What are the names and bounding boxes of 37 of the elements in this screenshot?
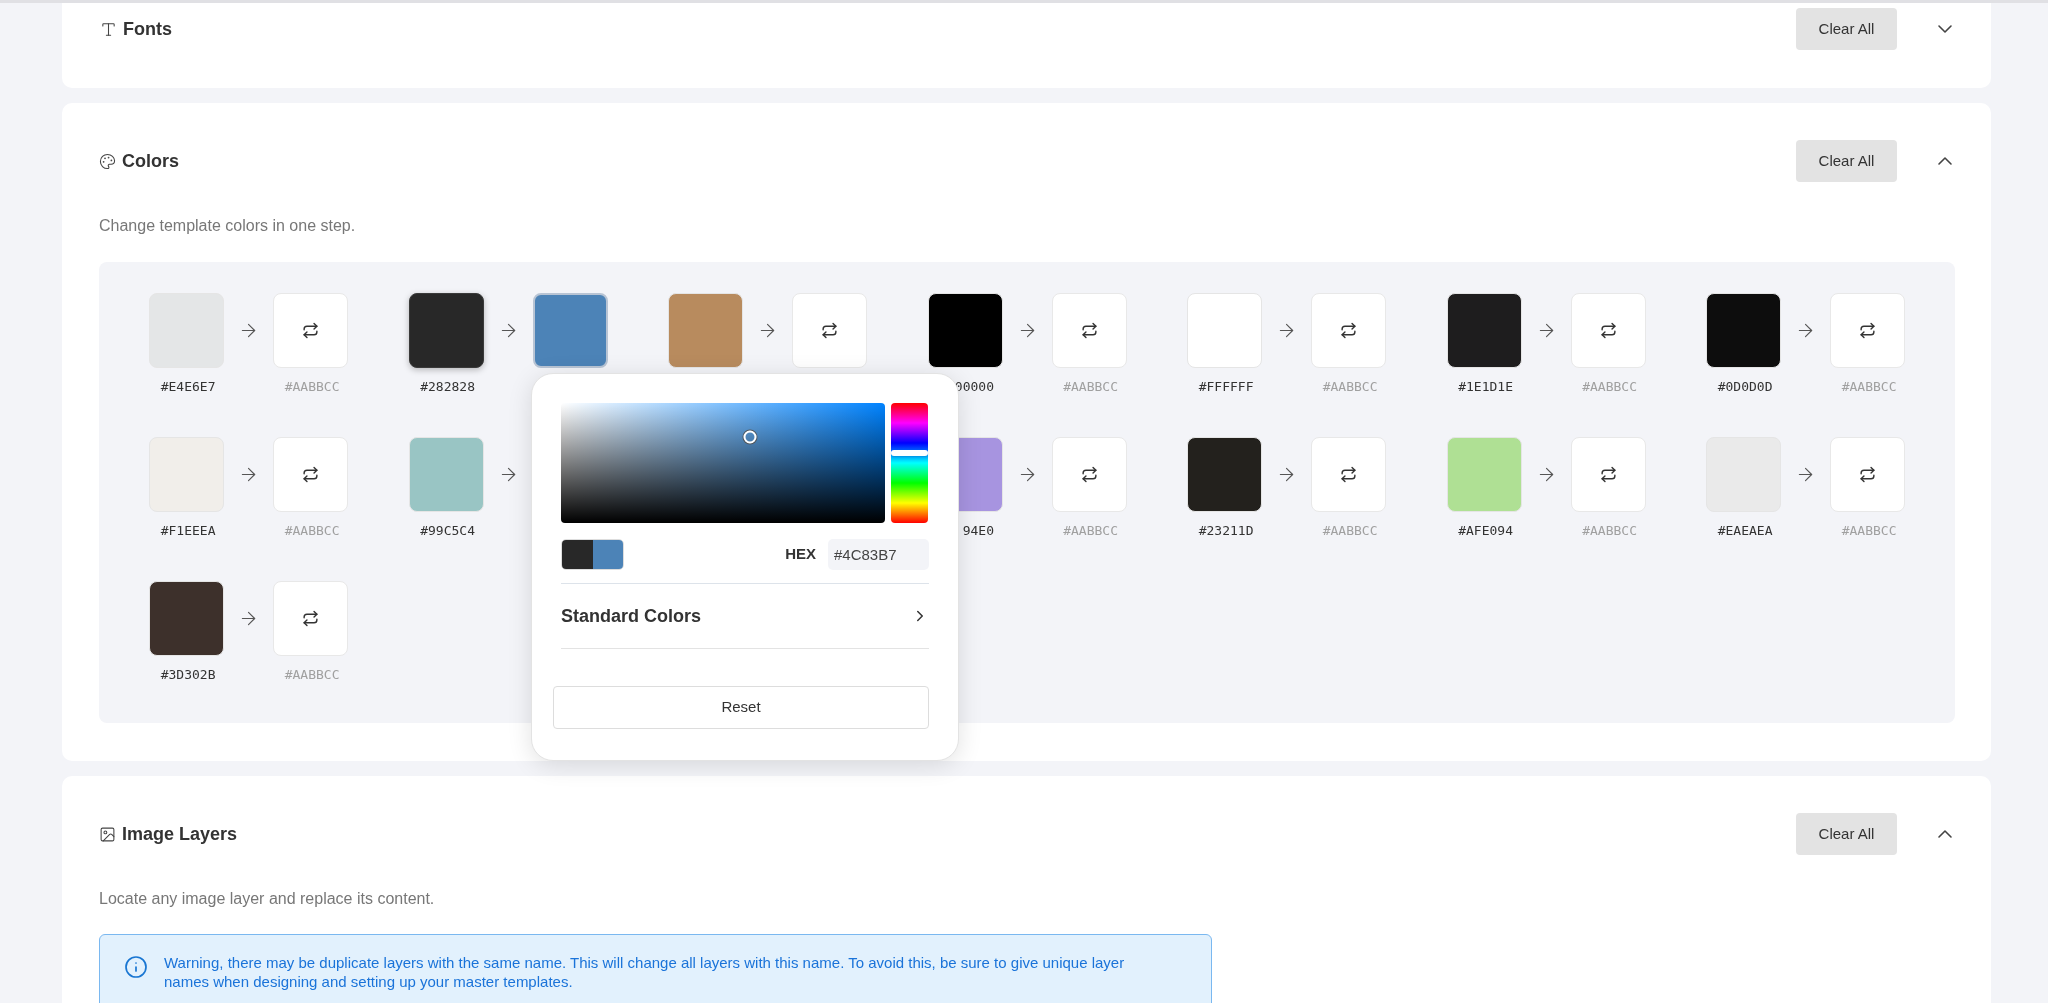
placeholder-color-code: #AABBCC xyxy=(1063,523,1118,538)
clear-all-button[interactable]: Clear All xyxy=(1796,8,1897,50)
section-title: Colors xyxy=(122,149,179,173)
color-code: #99C5C4 xyxy=(420,523,475,538)
color-code: 00000 xyxy=(954,379,994,394)
color-code: #3D302B xyxy=(160,667,216,682)
placeholder-color-code: #AABBCC xyxy=(1063,379,1118,394)
section-description: Locate any image layer and replace its content. xyxy=(99,889,436,909)
clear-all-button[interactable]: Clear All xyxy=(1796,140,1897,182)
placeholder-color-code: #AABBCC xyxy=(1322,523,1378,538)
color-code: #EAEAEA xyxy=(1717,523,1773,538)
hex-label: HEX xyxy=(785,544,816,565)
section-title: Image Layers xyxy=(122,822,238,846)
color-code: #0D0D0D xyxy=(1717,379,1773,394)
section-description: Change template colors in one step. xyxy=(99,216,357,236)
reset-button[interactable]: Reset xyxy=(553,686,929,729)
clear-all-button[interactable]: Clear All xyxy=(1796,813,1897,855)
color-code: #FFFFFF xyxy=(1198,379,1254,394)
color-code: 94E0 xyxy=(962,523,994,538)
warning-text: Warning, there may be duplicate layers with the same name. This will change all layers with this name. To avoid this, be sure to give unique layer names when designing and setting up your master templates. xyxy=(164,953,1126,991)
color-code: #282828 xyxy=(420,379,475,394)
color-code: #F1EEEA xyxy=(160,523,216,538)
section-title: Fonts xyxy=(123,17,172,41)
placeholder-color-code: #AABBCC xyxy=(1582,523,1637,538)
placeholder-color-code: #AABBCC xyxy=(1841,523,1897,538)
placeholder-color-code: #AABBCC xyxy=(284,379,340,394)
placeholder-color-code: #AABBCC xyxy=(284,523,340,538)
color-code: #AFE094 xyxy=(1458,523,1513,538)
color-code: #E4E6E7 xyxy=(160,379,216,394)
placeholder-color-code: #AABBCC xyxy=(1322,379,1378,394)
color-code: #23211D xyxy=(1198,523,1254,538)
placeholder-color-code: #AABBCC xyxy=(1841,379,1897,394)
hex-input[interactable]: #4C83B7 xyxy=(828,539,929,570)
placeholder-color-code: #AABBCC xyxy=(284,667,340,682)
placeholder-color-code: #AABBCC xyxy=(1582,379,1637,394)
color-code: #1E1D1E xyxy=(1458,379,1513,394)
standard-colors-row[interactable]: Standard Colors xyxy=(561,584,929,648)
